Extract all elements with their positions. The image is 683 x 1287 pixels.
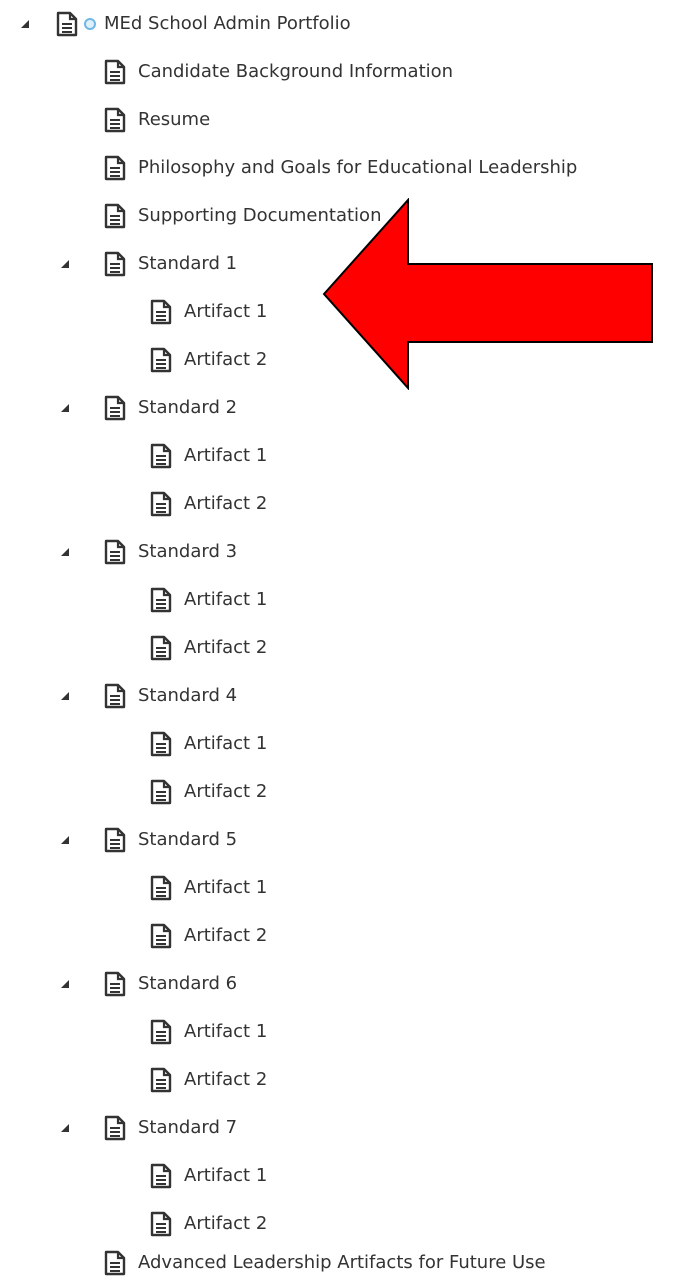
tree-node-label[interactable]: Artifact 2 [184,1069,267,1091]
tree-node-artifact[interactable]: Artifact 2 [150,1056,267,1104]
tree-node-standard[interactable]: Standard 3 [60,528,237,576]
document-icon [104,1250,126,1276]
document-icon [150,1019,172,1045]
document-icon [150,1163,172,1189]
tree-node-artifact[interactable]: Artifact 2 [150,624,267,672]
document-icon [150,731,172,757]
tree-node-label[interactable]: Standard 1 [138,253,237,275]
tree-node-root[interactable]: MEd School Admin Portfolio [20,0,351,48]
document-icon [150,1067,172,1093]
document-icon [104,395,126,421]
tree-node-standard[interactable]: Standard 1 [60,240,237,288]
tree-node-label[interactable]: Artifact 1 [184,877,267,899]
tree-node-label[interactable]: MEd School Admin Portfolio [104,13,351,35]
document-icon [104,1115,126,1141]
tree-node-label[interactable]: Philosophy and Goals for Educational Lea… [138,157,577,179]
tree-node-artifact[interactable]: Artifact 1 [150,576,267,624]
expand-triangle-icon[interactable] [60,979,70,989]
expand-triangle-icon[interactable] [60,259,70,269]
document-icon [104,107,126,133]
tree-node-section[interactable]: Candidate Background Information [104,48,453,96]
tree-node-label[interactable]: Artifact 1 [184,445,267,467]
tree-node-artifact[interactable]: Artifact 1 [150,288,267,336]
document-icon [104,155,126,181]
document-icon [104,539,126,565]
document-icon [150,875,172,901]
document-icon [150,779,172,805]
expand-triangle-icon[interactable] [60,547,70,557]
tree-node-standard[interactable]: Standard 2 [60,384,237,432]
tree-node-label[interactable]: Artifact 1 [184,589,267,611]
tree-node-label[interactable]: Artifact 1 [184,733,267,755]
tree-node-label[interactable]: Artifact 1 [184,301,267,323]
document-icon [104,971,126,997]
tree-node-standard[interactable]: Standard 5 [60,816,237,864]
document-icon [150,491,172,517]
tree-node-artifact[interactable]: Artifact 2 [150,768,267,816]
tree-node-artifact[interactable]: Artifact 2 [150,480,267,528]
document-icon [104,203,126,229]
tree-node-label[interactable]: Resume [138,109,210,131]
tree-node-label[interactable]: Standard 2 [138,397,237,419]
tree-node-label[interactable]: Standard 3 [138,541,237,563]
tree-node-label[interactable]: Standard 5 [138,829,237,851]
tree-node-label[interactable]: Advanced Leadership Artifacts for Future… [138,1252,546,1274]
tree-node-section[interactable]: Philosophy and Goals for Educational Lea… [104,144,577,192]
document-icon [150,635,172,661]
tree-node-label[interactable]: Artifact 2 [184,349,267,371]
document-icon [150,1211,172,1237]
tree-node-label[interactable]: Artifact 1 [184,1021,267,1043]
tree-node-standard[interactable]: Standard 7 [60,1104,237,1152]
tree-node-label[interactable]: Artifact 1 [184,1165,267,1187]
tree-node-label[interactable]: Artifact 2 [184,493,267,515]
expand-triangle-icon[interactable] [60,835,70,845]
tree-node-artifact[interactable]: Artifact 1 [150,1152,267,1200]
tree-node-label[interactable]: Standard 7 [138,1117,237,1139]
document-icon [150,347,172,373]
tree-node-label[interactable]: Artifact 2 [184,925,267,947]
tree-node-standard[interactable]: Standard 6 [60,960,237,1008]
tree-node-label[interactable]: Standard 6 [138,973,237,995]
document-icon [104,59,126,85]
document-icon [150,587,172,613]
expand-triangle-icon[interactable] [60,691,70,701]
tree-node-artifact[interactable]: Artifact 1 [150,720,267,768]
document-icon [104,251,126,277]
tree-node-label[interactable]: Artifact 2 [184,637,267,659]
tree-node-artifact[interactable]: Artifact 1 [150,1008,267,1056]
document-icon [56,11,78,37]
document-icon [150,443,172,469]
red-arrow-icon [322,198,653,390]
tree-node-artifact[interactable]: Artifact 2 [150,336,267,384]
tree-node-label[interactable]: Candidate Background Information [138,61,453,83]
tree-node-label[interactable]: Standard 4 [138,685,237,707]
expand-triangle-icon[interactable] [20,19,30,29]
tree-node-label[interactable]: Artifact 2 [184,781,267,803]
document-icon [104,683,126,709]
tree-node-label[interactable]: Artifact 2 [184,1213,267,1235]
tree-node-artifact[interactable]: Artifact 1 [150,864,267,912]
expand-triangle-icon[interactable] [60,403,70,413]
expand-triangle-icon[interactable] [60,1123,70,1133]
tree-node-artifact[interactable]: Artifact 2 [150,912,267,960]
document-icon [150,299,172,325]
tree-node-standard[interactable]: Standard 4 [60,672,237,720]
document-icon [150,923,172,949]
document-icon [104,827,126,853]
tree-node-section[interactable]: Advanced Leadership Artifacts for Future… [104,1239,546,1287]
tree-node-section[interactable]: Resume [104,96,210,144]
status-circle-icon [84,18,96,30]
tree-node-artifact[interactable]: Artifact 1 [150,432,267,480]
